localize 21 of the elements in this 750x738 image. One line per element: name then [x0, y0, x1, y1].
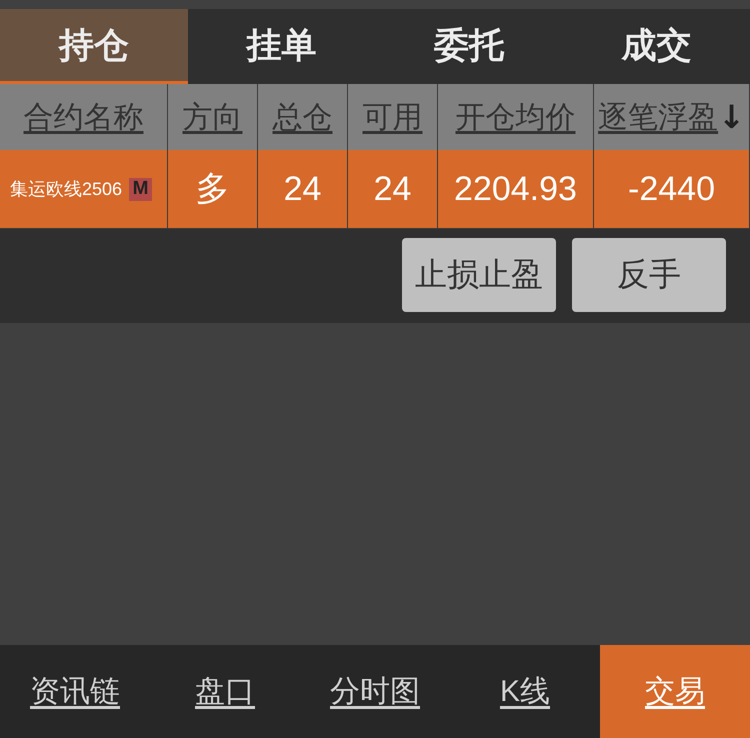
nav-tab[interactable]: K线: [450, 645, 600, 738]
tab[interactable]: 持仓: [0, 9, 188, 84]
table-cell: -2440: [628, 170, 715, 208]
table-cell: 2204.93: [454, 170, 577, 208]
column-header[interactable]: 逐笔浮盈: [598, 96, 718, 138]
table-cell: 24: [284, 170, 322, 208]
nav-tab[interactable]: 盘口: [150, 645, 300, 738]
contract-tag: M: [129, 178, 152, 200]
nav-tab[interactable]: 分时图: [300, 645, 450, 738]
tab[interactable]: 成交: [562, 9, 750, 84]
nav-tab[interactable]: 交易: [600, 645, 750, 738]
tab[interactable]: 挂单: [188, 9, 375, 84]
table-cell: 24: [374, 170, 412, 208]
sort-indicator[interactable]: ↓: [718, 98, 745, 136]
tab[interactable]: 委托: [375, 9, 562, 84]
action-button[interactable]: 反手: [572, 238, 726, 312]
action-button[interactable]: 止损止盈: [402, 238, 556, 312]
nav-tab[interactable]: 资讯链: [0, 645, 150, 738]
position-row[interactable]: 集运欧线2506 M 多 24 24 2204.93 -2440: [0, 150, 750, 229]
contract-name: 集运欧线2506: [10, 178, 122, 201]
table-cell-text: 多: [196, 169, 230, 210]
